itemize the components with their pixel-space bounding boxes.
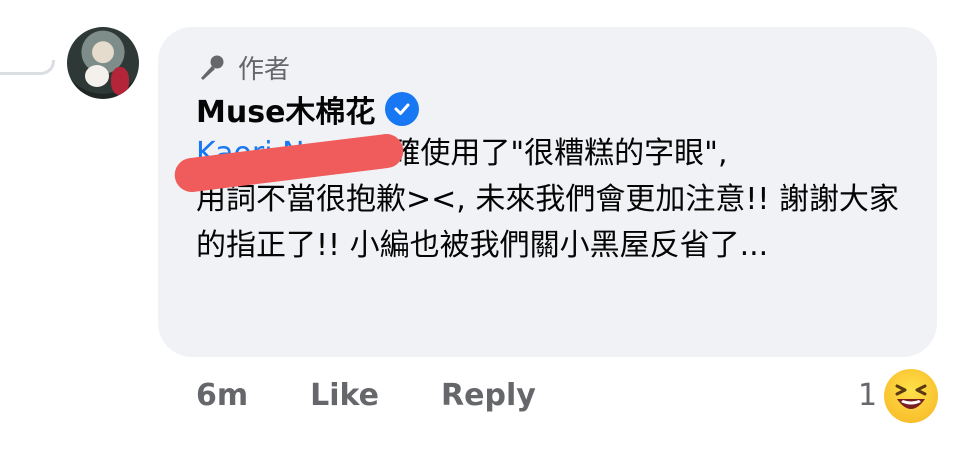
author-avatar[interactable] xyxy=(67,27,139,99)
author-name-row: Muse木棉花 xyxy=(196,87,420,131)
reaction-count[interactable]: 1 xyxy=(858,378,877,413)
author-name[interactable]: Muse木棉花 xyxy=(196,87,375,131)
author-label: 作者 xyxy=(238,55,291,85)
comment-actions: 6m Like Reply xyxy=(196,378,536,413)
like-button[interactable]: Like xyxy=(310,378,379,413)
message-rest: 用詞不當很抱歉><, 未來我們會更加注意!! 謝謝大家的指正了!! 小編也被我們… xyxy=(196,182,899,263)
mention-link[interactable]: Kaori Naga xyxy=(172,132,406,194)
comment-bubble: 作者 Muse木棉花 Kaori Naga的確使用了"很糟糕的字眼", 用詞不當… xyxy=(158,27,937,357)
comment-message: Kaori Naga的確使用了"很糟糕的字眼", 用詞不當很抱歉><, 未來我們… xyxy=(172,131,906,269)
microphone-icon xyxy=(201,55,224,80)
avatar-red-detail xyxy=(111,67,129,95)
reply-button[interactable]: Reply xyxy=(441,378,536,413)
comment-timestamp[interactable]: 6m xyxy=(196,378,248,413)
author-badge-row: 作者 xyxy=(196,49,290,86)
message-first-line: 的確使用了"很糟糕的字眼", xyxy=(360,136,728,171)
thread-connector-line xyxy=(0,60,55,75)
avatar-mask-detail xyxy=(85,65,109,87)
verified-badge-icon xyxy=(385,92,420,126)
laughing-face-icon[interactable] xyxy=(884,369,938,423)
